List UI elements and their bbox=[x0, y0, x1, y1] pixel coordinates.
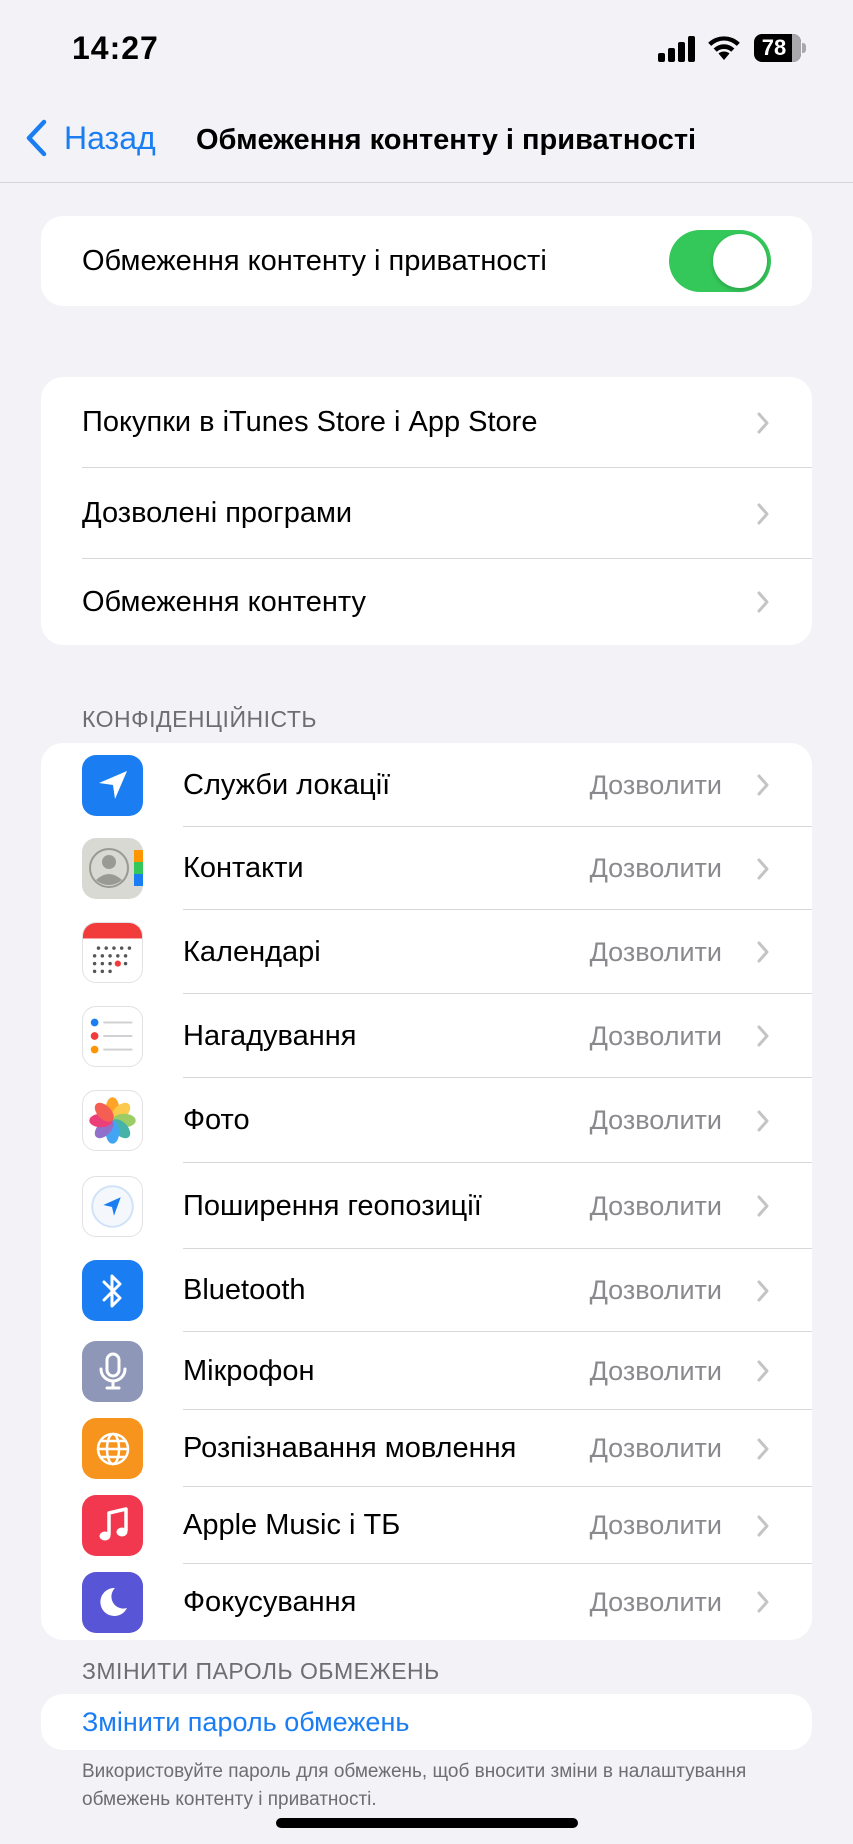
privacy-row-photos[interactable]: Фото Дозволити bbox=[41, 1078, 812, 1163]
row-value: Дозволити bbox=[589, 1510, 722, 1540]
back-label: Назад bbox=[64, 119, 156, 156]
bluetooth-icon bbox=[82, 1260, 143, 1321]
store-purchases-row[interactable]: Покупки в iTunes Store і App Store bbox=[41, 377, 812, 468]
chevron-right-icon bbox=[756, 857, 770, 881]
home-indicator bbox=[276, 1818, 578, 1828]
change-passcode-link[interactable]: Змінити пароль обмежень bbox=[82, 1707, 409, 1738]
speech-recognition-icon bbox=[82, 1418, 143, 1479]
focus-icon bbox=[82, 1571, 143, 1633]
row-label: Покупки в iTunes Store і App Store bbox=[82, 406, 538, 438]
main-toggle-group: Обмеження контенту і приватності bbox=[41, 216, 812, 306]
chevron-right-icon bbox=[756, 1194, 770, 1218]
privacy-row-contacts[interactable]: Контакти Дозволити bbox=[41, 827, 812, 910]
content-privacy-toggle-row: Обмеження контенту і приватності bbox=[41, 216, 812, 306]
chevron-right-icon bbox=[756, 411, 770, 435]
toggle-label: Обмеження контенту і приватності bbox=[82, 244, 547, 277]
music-icon bbox=[82, 1495, 143, 1556]
row-label: Дозволені програми bbox=[82, 497, 353, 529]
status-bar: 14:27 78 bbox=[0, 0, 853, 100]
row-value: Дозволити bbox=[589, 1433, 722, 1463]
allowed-apps-row[interactable]: Дозволені програми bbox=[41, 468, 812, 559]
privacy-row-bluetooth[interactable]: Bluetooth Дозволити bbox=[41, 1249, 812, 1332]
privacy-group: Служби локації Дозволити Контакти Дозвол… bbox=[41, 743, 812, 1640]
toggle-knob bbox=[713, 234, 767, 288]
wifi-icon bbox=[706, 32, 742, 62]
row-label: Контакти bbox=[183, 852, 304, 884]
navigation-bar: Назад Обмеження контенту і приватності bbox=[0, 100, 853, 183]
row-label: Мікрофон bbox=[183, 1354, 315, 1387]
chevron-right-icon bbox=[756, 502, 770, 526]
battery-level: 78 bbox=[761, 35, 787, 60]
photos-icon bbox=[82, 1090, 143, 1151]
row-value: Дозволити bbox=[589, 769, 722, 800]
chevron-right-icon bbox=[756, 1024, 770, 1048]
status-time: 14:27 bbox=[72, 30, 159, 66]
row-label: Apple Music і ТБ bbox=[183, 1509, 401, 1541]
passcode-group: Змінити пароль обмежень bbox=[41, 1694, 812, 1750]
chevron-right-icon bbox=[756, 1359, 770, 1383]
content-privacy-toggle[interactable] bbox=[669, 230, 771, 292]
chevron-right-icon bbox=[756, 1590, 770, 1614]
row-label: Фокусування bbox=[183, 1585, 357, 1618]
chevron-right-icon bbox=[756, 1514, 770, 1538]
cellular-signal-icon bbox=[658, 36, 696, 62]
row-value: Дозволити bbox=[589, 1105, 722, 1135]
chevron-right-icon bbox=[756, 773, 770, 797]
row-value: Дозволити bbox=[589, 1586, 722, 1617]
passcode-footer-note: Використовуйте пароль для обмежень, щоб … bbox=[82, 1761, 747, 1810]
privacy-row-focus[interactable]: Фокусування Дозволити bbox=[41, 1564, 812, 1640]
chevron-right-icon bbox=[756, 940, 770, 964]
row-label: Розпізнавання мовлення bbox=[183, 1432, 517, 1464]
row-value: Дозволити bbox=[589, 1190, 722, 1221]
share-location-icon bbox=[82, 1175, 143, 1237]
reminders-icon bbox=[82, 1005, 143, 1067]
row-label: Обмеження контенту bbox=[82, 585, 366, 618]
row-value: Дозволити bbox=[589, 1020, 722, 1051]
privacy-row-share-location[interactable]: Поширення геопозиції Дозволити bbox=[41, 1163, 812, 1249]
privacy-row-reminders[interactable]: Нагадування Дозволити bbox=[41, 994, 812, 1078]
chevron-right-icon bbox=[756, 1109, 770, 1133]
privacy-section-header: КОНФІДЕНЦІЙНІСТЬ bbox=[82, 706, 317, 732]
row-label: Фото bbox=[183, 1104, 250, 1136]
change-passcode-row[interactable]: Змінити пароль обмежень bbox=[41, 1694, 812, 1750]
chevron-right-icon bbox=[756, 1437, 770, 1461]
store-group: Покупки в iTunes Store і App Store Дозво… bbox=[41, 377, 812, 645]
contacts-icon bbox=[82, 838, 143, 899]
passcode-section-header: ЗМІНИТИ ПАРОЛЬ ОБМЕЖЕНЬ bbox=[82, 1658, 440, 1684]
row-label: Bluetooth bbox=[183, 1274, 306, 1306]
privacy-row-location[interactable]: Служби локації Дозволити bbox=[41, 743, 812, 827]
page-title: Обмеження контенту і приватності bbox=[196, 124, 697, 156]
row-value: Дозволити bbox=[589, 1275, 722, 1305]
chevron-left-icon bbox=[24, 118, 48, 158]
row-label: Служби локації bbox=[183, 768, 391, 801]
chevron-right-icon bbox=[756, 590, 770, 614]
privacy-row-speech-recognition[interactable]: Розпізнавання мовлення Дозволити bbox=[41, 1410, 812, 1487]
row-value: Дозволити bbox=[589, 936, 722, 967]
microphone-icon bbox=[82, 1340, 143, 1402]
privacy-row-calendars[interactable]: Календарі Дозволити bbox=[41, 910, 812, 994]
privacy-row-apple-music[interactable]: Apple Music і ТБ Дозволити bbox=[41, 1487, 812, 1564]
row-label: Календарі bbox=[183, 935, 321, 968]
location-icon bbox=[82, 754, 143, 816]
battery-icon: 78 bbox=[754, 34, 806, 62]
back-button[interactable]: Назад bbox=[24, 116, 156, 160]
calendar-icon bbox=[82, 921, 143, 983]
row-value: Дозволити bbox=[589, 853, 722, 883]
row-value: Дозволити bbox=[589, 1355, 722, 1386]
content-restrictions-row[interactable]: Обмеження контенту bbox=[41, 559, 812, 645]
chevron-right-icon bbox=[756, 1279, 770, 1303]
row-label: Нагадування bbox=[183, 1019, 357, 1052]
settings-screen: 14:27 78 Назад Обмеження контенту і прив… bbox=[0, 0, 853, 1844]
privacy-row-microphone[interactable]: Мікрофон Дозволити bbox=[41, 1332, 812, 1410]
row-label: Поширення геопозиції bbox=[183, 1189, 482, 1222]
